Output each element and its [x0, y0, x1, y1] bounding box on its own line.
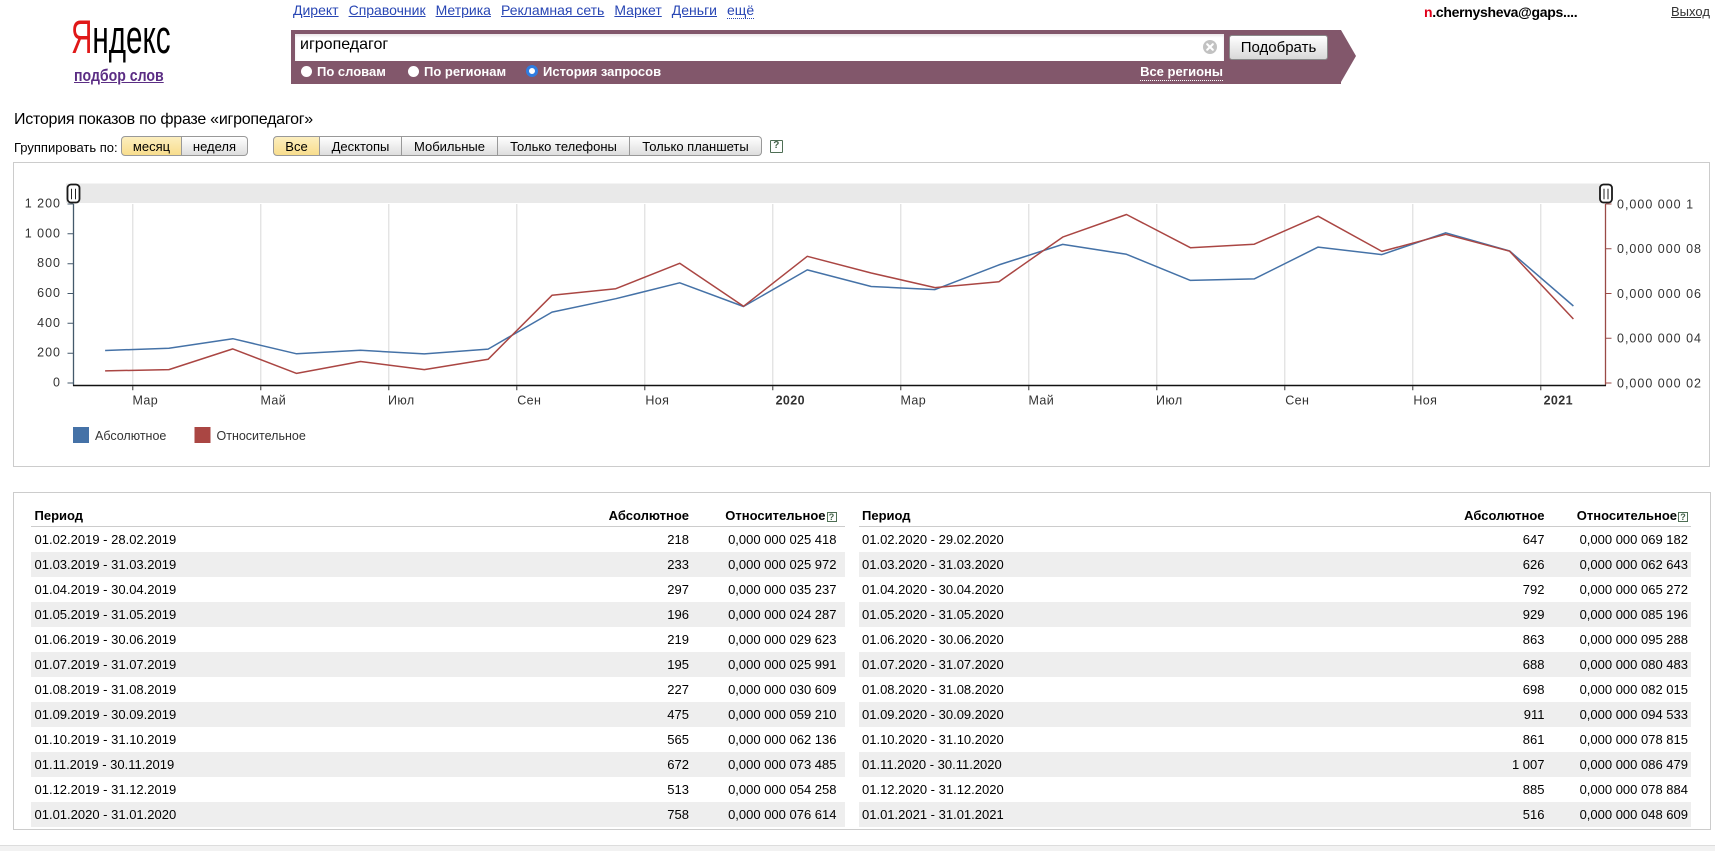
svg-text:2020: 2020 — [776, 394, 805, 408]
svg-text:2021: 2021 — [1544, 394, 1573, 408]
svg-text:200: 200 — [37, 346, 61, 360]
svg-text:Сен: Сен — [517, 394, 541, 408]
svg-text:Абсолютное: Абсолютное — [95, 429, 166, 443]
svg-text:0,000 000 1: 0,000 000 1 — [1617, 198, 1694, 212]
svg-text:Мар: Мар — [900, 394, 926, 408]
svg-text:0: 0 — [53, 376, 61, 390]
svg-text:Сен: Сен — [1285, 394, 1309, 408]
svg-text:800: 800 — [37, 256, 61, 270]
svg-text:0,000 000 08: 0,000 000 08 — [1617, 242, 1702, 256]
svg-text:Относительное: Относительное — [217, 429, 306, 443]
svg-text:Ноя: Ноя — [645, 394, 669, 408]
svg-text:600: 600 — [37, 286, 61, 300]
svg-text:Ноя: Ноя — [1413, 394, 1437, 408]
svg-text:Май: Май — [1028, 394, 1054, 408]
svg-text:Июл: Июл — [1156, 394, 1183, 408]
svg-text:0,000 000 06: 0,000 000 06 — [1617, 287, 1702, 301]
svg-text:0,000 000 04: 0,000 000 04 — [1617, 332, 1702, 346]
svg-text:400: 400 — [37, 316, 61, 330]
svg-text:Май: Май — [260, 394, 286, 408]
svg-text:Июл: Июл — [388, 394, 415, 408]
svg-text:0,000 000 02: 0,000 000 02 — [1617, 376, 1702, 390]
svg-text:Мар: Мар — [132, 394, 158, 408]
svg-text:1 000: 1 000 — [25, 226, 61, 240]
svg-text:1 200: 1 200 — [25, 197, 61, 211]
